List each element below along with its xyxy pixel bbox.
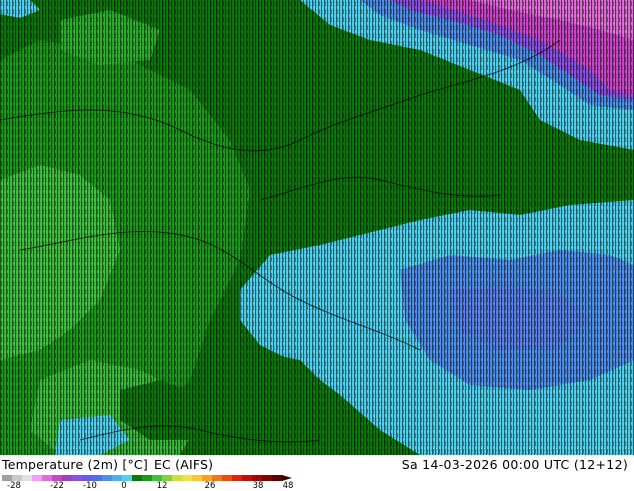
colorbar-label: 26 [204, 481, 216, 491]
digit-texture [0, 0, 634, 455]
model-label: EC (AIFS) [153, 457, 214, 472]
colorbar-label: -22 [50, 481, 64, 491]
map-title: Temperature (2m) [°C] EC (AIFS) [2, 457, 213, 472]
colorbar-label: -10 [83, 481, 97, 491]
map-footer: Temperature (2m) [°C] EC (AIFS) Sa 14-03-… [0, 455, 634, 490]
colorbar-label: 38 [252, 481, 264, 491]
colorbar-label: 48 [282, 481, 294, 491]
parameter-label: Temperature (2m) [°C] [2, 457, 148, 472]
forecast-datetime: Sa 14-03-2026 00:00 UTC (12+12) [401, 457, 628, 472]
temperature-map [0, 0, 634, 455]
colorbar-label: 12 [156, 481, 168, 491]
colorbar-label: 0 [121, 481, 127, 491]
colorbar-label: -28 [7, 481, 21, 491]
temperature-colorbar [2, 475, 292, 481]
